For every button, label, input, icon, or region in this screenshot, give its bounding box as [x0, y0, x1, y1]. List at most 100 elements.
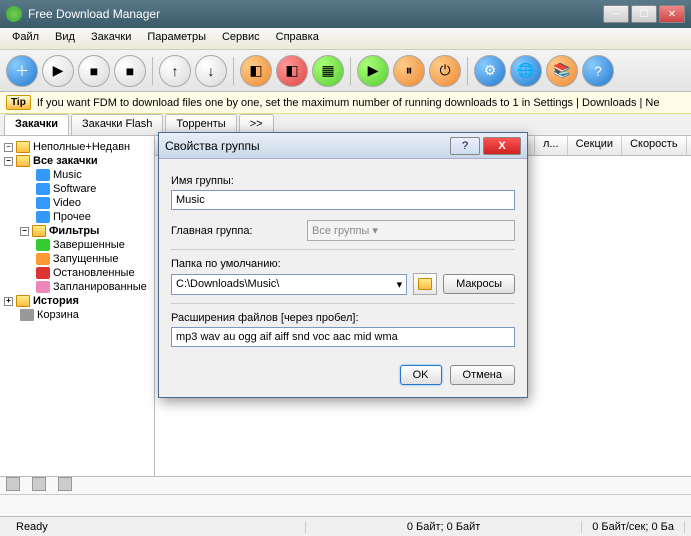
tree-label: Music [53, 169, 82, 181]
pause-all-button[interactable]: ⏸ [393, 55, 425, 87]
group-name-input[interactable] [171, 190, 515, 210]
dialog-titlebar[interactable]: Свойства группы ? X [159, 133, 527, 159]
traffic-button[interactable]: ▦ [312, 55, 344, 87]
group-icon [36, 211, 50, 223]
tree-music[interactable]: Music [2, 168, 152, 182]
tree-label: Video [53, 197, 81, 209]
priority-button[interactable]: ◧ [276, 55, 308, 87]
stop-button[interactable]: ■ [78, 55, 110, 87]
move-up-button[interactable]: ↑ [159, 55, 191, 87]
statusbar: Ready 0 Байт; 0 Байт 0 Байт/сек; 0 Ба [0, 516, 691, 536]
tree-software[interactable]: Software [2, 182, 152, 196]
menu-help[interactable]: Справка [268, 28, 327, 49]
ext-label: Расширения файлов [через пробел]: [171, 312, 515, 324]
browse-folder-button[interactable] [413, 273, 437, 295]
start-button[interactable]: ▶ [42, 55, 74, 87]
minimize-button[interactable]: ─ [603, 5, 629, 23]
tree-label: Все закачки [33, 155, 98, 167]
folder-icon [16, 295, 30, 307]
help-button[interactable]: ? [582, 55, 614, 87]
separator [233, 57, 234, 85]
folder-icon [16, 141, 30, 153]
menu-file[interactable]: Файл [4, 28, 47, 49]
group-icon [36, 169, 50, 181]
status-ready: Ready [6, 521, 306, 533]
maximize-button[interactable]: ☐ [631, 5, 657, 23]
schedule-button[interactable]: ◧ [240, 55, 272, 87]
tree-history[interactable]: +История [2, 294, 152, 308]
macros-button[interactable]: Макросы [443, 274, 515, 294]
tree-label: Корзина [37, 309, 79, 321]
tree-label: Software [53, 183, 96, 195]
tree-other[interactable]: Прочее [2, 210, 152, 224]
trash-icon [20, 309, 34, 321]
parent-group-select[interactable]: Все группы ▾ [307, 220, 515, 241]
folder-combo[interactable]: C:\Downloads\Music\▾ [171, 274, 407, 295]
tree-label: Фильтры [49, 225, 99, 237]
tree-stopped[interactable]: Остановленные [2, 266, 152, 280]
menu-options[interactable]: Параметры [139, 28, 214, 49]
ok-button[interactable]: OK [400, 365, 442, 385]
tree-video[interactable]: Video [2, 196, 152, 210]
window-title: Free Download Manager [28, 7, 603, 21]
dialog-title: Свойства группы [165, 139, 447, 153]
titlebar: Free Download Manager ─ ☐ ✕ [0, 0, 691, 28]
tree-label: Остановленные [53, 267, 135, 279]
col-sections[interactable]: Секции [568, 136, 622, 155]
status-icon [36, 281, 50, 293]
extensions-input[interactable] [171, 327, 515, 347]
parent-label: Главная группа: [171, 225, 301, 237]
tree-trash[interactable]: Корзина [2, 308, 152, 322]
folder-label: Папка по умолчанию: [171, 258, 515, 270]
col-speed[interactable]: Скорость [622, 136, 687, 155]
tab-downloads[interactable]: Закачки [4, 114, 69, 135]
stop-all-button[interactable]: ■ [114, 55, 146, 87]
start-all-button[interactable]: ▶ [357, 55, 389, 87]
log-tab-icon[interactable] [6, 477, 20, 491]
info-tab-icon[interactable] [58, 477, 72, 491]
tree-label: Прочее [53, 211, 91, 223]
menu-service[interactable]: Сервис [214, 28, 268, 49]
tree-incomplete[interactable]: − Неполные+Недавн [2, 140, 152, 154]
separator [350, 57, 351, 85]
tree-label: Неполные+Недавн [33, 141, 130, 153]
expand-icon[interactable]: + [4, 297, 13, 306]
folder-icon [418, 278, 432, 290]
collapse-icon[interactable]: − [4, 157, 13, 166]
progress-tab-icon[interactable] [32, 477, 46, 491]
add-download-button[interactable]: ＋ [6, 55, 38, 87]
cancel-button[interactable]: Отмена [450, 365, 515, 385]
menu-downloads[interactable]: Закачки [83, 28, 139, 49]
tree-scheduled[interactable]: Запланированные [2, 280, 152, 294]
power-button[interactable]: ⏻ [429, 55, 461, 87]
dialog-close-button[interactable]: X [483, 137, 521, 155]
close-button[interactable]: ✕ [659, 5, 685, 23]
tree-running[interactable]: Запущенные [2, 252, 152, 266]
move-down-button[interactable]: ↓ [195, 55, 227, 87]
col-url[interactable]: л... [535, 136, 568, 155]
separator [467, 57, 468, 85]
collapse-icon[interactable]: − [20, 227, 29, 236]
library-button[interactable]: 📚 [546, 55, 578, 87]
toolbar: ＋ ▶ ■ ■ ↑ ↓ ◧ ◧ ▦ ▶ ⏸ ⏻ ⚙ 🌐 📚 ? [0, 50, 691, 92]
tab-flash[interactable]: Закачки Flash [71, 114, 163, 135]
tree-label: Запущенные [53, 253, 118, 265]
status-bytes: 0 Байт; 0 Байт [306, 521, 582, 533]
collapse-icon[interactable]: − [4, 143, 13, 152]
folder-icon [32, 225, 46, 237]
dialog-help-button[interactable]: ? [450, 137, 480, 155]
group-icon [36, 183, 50, 195]
menubar: Файл Вид Закачки Параметры Сервис Справк… [0, 28, 691, 50]
menu-view[interactable]: Вид [47, 28, 83, 49]
tree-all[interactable]: − Все закачки [2, 154, 152, 168]
settings-button[interactable]: ⚙ [474, 55, 506, 87]
folder-value: C:\Downloads\Music\ [176, 278, 397, 291]
group-icon [36, 197, 50, 209]
folder-icon [16, 155, 30, 167]
status-icon [36, 267, 50, 279]
remote-button[interactable]: 🌐 [510, 55, 542, 87]
tree-label: Завершенные [53, 239, 125, 251]
group-properties-dialog: Свойства группы ? X Имя группы: Главная … [158, 132, 528, 398]
tree-filters[interactable]: − Фильтры [2, 224, 152, 238]
tree-completed[interactable]: Завершенные [2, 238, 152, 252]
